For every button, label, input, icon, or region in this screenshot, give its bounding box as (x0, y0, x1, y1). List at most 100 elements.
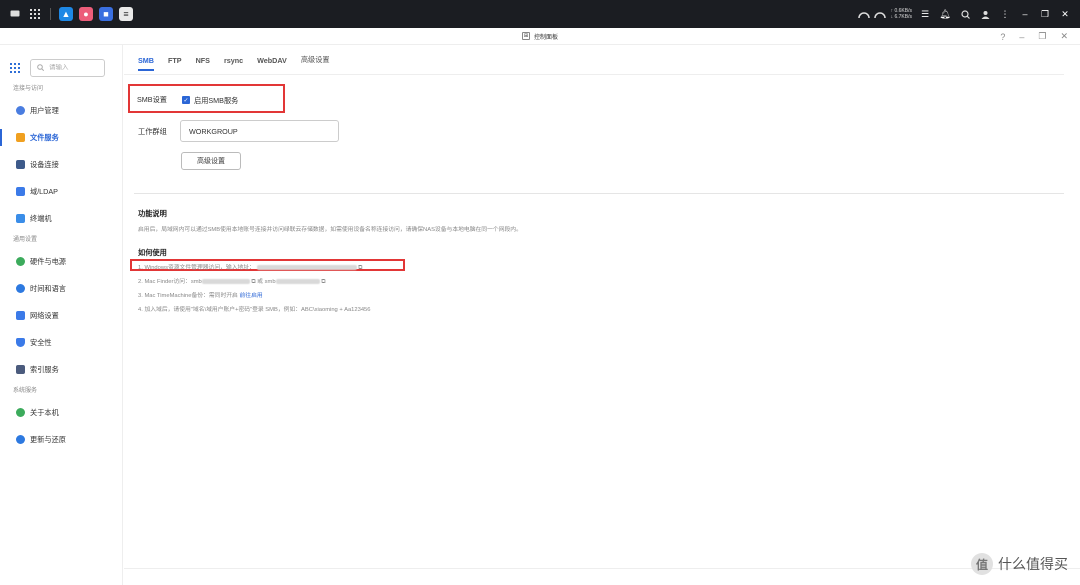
taskbar-separator (50, 8, 51, 20)
copy-icon[interactable]: ⧉ (321, 279, 325, 285)
os-taskbar: ▲ ● ■ ≡ ↑ 0.6KB/s ↓ 6.7KB/s ☰ 🔔︎ ⋮ – ❐ ✕ (0, 0, 1080, 28)
tab-rsync[interactable]: rsync (224, 45, 243, 75)
section-general-settings: 通用设置 (13, 237, 38, 243)
sidebar-item-terminal[interactable]: 终端机 (0, 205, 122, 232)
desktop-icon[interactable] (8, 7, 22, 21)
photos-app-icon[interactable]: ▲ (59, 7, 73, 21)
tab-nfs[interactable]: NFS (196, 45, 210, 75)
user-icon[interactable] (978, 7, 992, 21)
sidebar-item-domain-ldap[interactable]: 域/LDAP (0, 178, 122, 205)
sidebar-item-users[interactable]: 用户管理 (0, 97, 122, 124)
blurred-address (256, 264, 357, 270)
restore-icon[interactable]: ❐ (1038, 7, 1052, 21)
shield-icon (16, 338, 25, 347)
sidebar: 连接与访问 用户管理 文件服务 设备连接 域/LDAP 终端机 通用设置 硬件与… (0, 45, 123, 585)
sidebar-item-label: 索引服务 (30, 364, 59, 374)
sidebar-item-file-service[interactable]: 文件服务 (0, 124, 122, 151)
tab-smb[interactable]: SMB (138, 45, 154, 75)
cpu-gauge-icon[interactable] (857, 7, 871, 21)
watermark: 值 什么值得买 (971, 553, 1068, 575)
download-speed: ↓ 6.7KB/s (890, 14, 912, 20)
usage-step-3-text: 3. Mac TimeMachine备份：需同时开启 (138, 293, 238, 299)
section-connect-access: 连接与访问 (13, 86, 44, 92)
sidebar-item-label: 时间和语言 (30, 283, 66, 293)
folder-icon (16, 133, 25, 142)
usage-step-1: 1. Windows资源文件管理器访问，输入地址： ⧉ (138, 262, 362, 272)
tab-divider (124, 74, 1064, 75)
section-divider (134, 193, 1064, 194)
section-system-services: 系统服务 (13, 388, 38, 394)
tab-advanced[interactable]: 高级设置 (301, 45, 330, 75)
sidebar-item-label: 域/LDAP (30, 186, 58, 196)
sidebar-item-label: 网络设置 (30, 310, 59, 320)
usage-step-4: 4. 加入域后，请使用"域名\域用户账户+密码"登录 SMB，例如：ABC\xi… (138, 307, 371, 313)
watermark-text: 什么值得买 (998, 556, 1068, 572)
close-icon[interactable]: ✕ (1058, 7, 1072, 21)
sidebar-item-label: 关于本机 (30, 407, 59, 417)
tab-ftp[interactable]: FTP (168, 45, 182, 75)
usage-step-3: 3. Mac TimeMachine备份：需同时开启 前往启用 (138, 290, 263, 299)
footer-divider (124, 568, 1080, 569)
media-app-icon[interactable]: ● (79, 7, 93, 21)
window-close-icon[interactable]: ✕ (1060, 31, 1068, 42)
advanced-settings-button[interactable]: 高级设置 (181, 152, 241, 170)
terminal-icon (16, 214, 25, 223)
copy-icon[interactable]: ⧉ (251, 279, 255, 285)
usage-step-1-text: 1. Windows资源文件管理器访问，输入地址： (138, 265, 255, 271)
clock-icon (16, 284, 25, 293)
workgroup-label: 工作群组 (138, 127, 167, 136)
network-gauge-icon[interactable] (873, 7, 887, 21)
enable-smb-checkbox[interactable]: ✓ (182, 96, 190, 104)
domain-icon (16, 187, 25, 196)
index-icon (16, 365, 25, 374)
window-titlebar: ⊞ 控制面板 ? – ❐ ✕ (0, 28, 1080, 45)
usage-step-2-smb: smb (264, 279, 276, 285)
app-grid-icon[interactable] (28, 7, 42, 21)
blurred-address (275, 278, 320, 284)
apps-grid-icon[interactable] (10, 62, 20, 73)
more-icon[interactable]: ⋮ (998, 7, 1012, 21)
function-description: 启用后，局域网内可以通过SMB使用本地账号连接并访问绿联云存储数据，如需使用设备… (138, 227, 522, 233)
usage-step-2: 2. Mac Finder访问：smb ⧉ 或 smb ⧉ (138, 276, 325, 286)
minimize-icon[interactable]: – (1018, 7, 1032, 21)
usage-title: 如何使用 (138, 248, 167, 257)
window-restore-icon[interactable]: ❐ (1038, 31, 1046, 42)
sidebar-item-security[interactable]: 安全性 (0, 329, 122, 356)
enable-smb-label[interactable]: 启用SMB服务 (194, 96, 238, 106)
window-minimize-icon[interactable]: – (1019, 32, 1024, 42)
tab-webdav[interactable]: WebDAV (257, 45, 287, 75)
tab-bar: SMB FTP NFS rsync WebDAV 高级设置 (138, 45, 330, 75)
usage-step-2-or: 或 (257, 279, 263, 285)
search-input[interactable] (49, 64, 97, 71)
control-panel-icon: ⊞ (521, 32, 530, 40)
enable-timemachine-link[interactable]: 前往启用 (239, 293, 262, 299)
watermark-logo-icon: 值 (971, 553, 993, 575)
sidebar-item-network[interactable]: 网络设置 (0, 302, 122, 329)
sidebar-item-time-language[interactable]: 时间和语言 (0, 275, 122, 302)
workgroup-input[interactable]: WORKGROUP (180, 120, 339, 142)
tasks-icon[interactable]: ☰ (918, 7, 932, 21)
window-title: 控制面板 (533, 34, 558, 41)
search-icon[interactable] (958, 7, 972, 21)
refresh-icon (16, 435, 25, 444)
sidebar-search[interactable] (30, 58, 105, 77)
sidebar-item-update-restore[interactable]: 更新与还原 (0, 426, 122, 453)
usage-step-2-text: 2. Mac Finder访问：smb (138, 279, 202, 285)
sidebar-item-about[interactable]: 关于本机 (0, 399, 122, 426)
sidebar-item-label: 文件服务 (30, 132, 59, 142)
sidebar-item-hardware-power[interactable]: 硬件与电源 (0, 248, 122, 275)
function-title: 功能说明 (138, 209, 167, 218)
sidebar-item-device-connect[interactable]: 设备连接 (0, 151, 122, 178)
sidebar-item-label: 硬件与电源 (30, 256, 66, 266)
blurred-address (201, 278, 250, 284)
bell-icon[interactable]: 🔔︎ (938, 7, 952, 21)
sidebar-item-label: 安全性 (30, 337, 52, 347)
info-icon (16, 408, 25, 417)
control-panel-app-icon[interactable]: ≡ (119, 7, 133, 21)
help-icon[interactable]: ? (1000, 32, 1005, 42)
network-icon (16, 311, 25, 320)
sidebar-item-index-service[interactable]: 索引服务 (0, 356, 122, 383)
copy-icon[interactable]: ⧉ (358, 265, 362, 271)
device-icon (16, 160, 25, 169)
files-app-icon[interactable]: ■ (99, 7, 113, 21)
